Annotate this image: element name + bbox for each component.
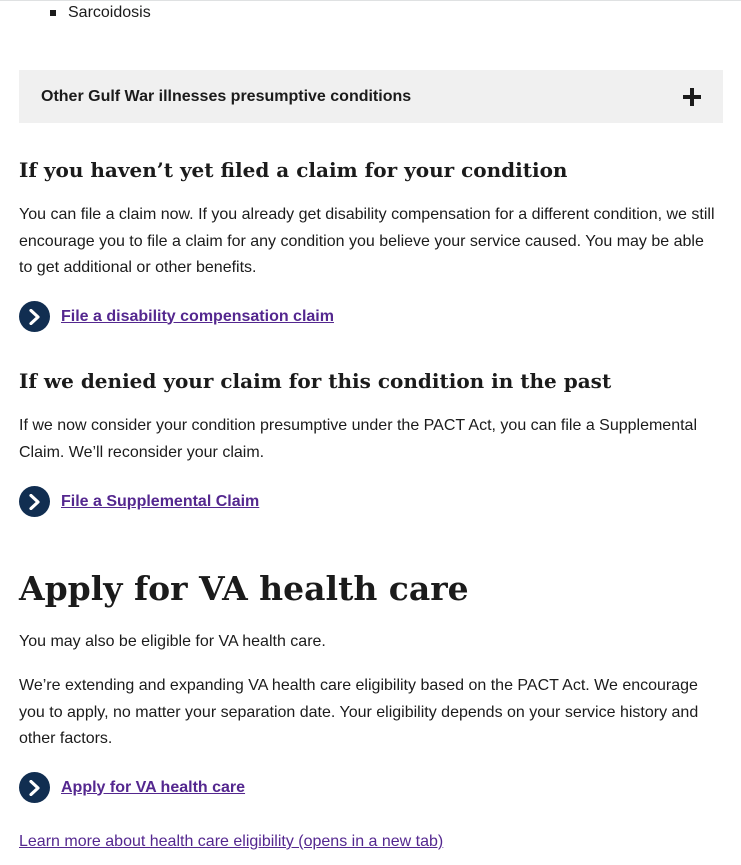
file-disability-claim-link[interactable]: File a disability compensation claim <box>19 301 334 332</box>
list-item: Sarcoidosis <box>50 4 151 22</box>
chevron-right-circle-icon <box>19 772 50 803</box>
accordion-label: Other Gulf War illnesses presumptive con… <box>41 87 412 105</box>
action-link-label[interactable]: File a disability compensation claim <box>61 308 334 326</box>
heading-denied: If we denied your claim for this conditi… <box>19 369 612 393</box>
accordion-other-gulf-war-illnesses[interactable]: Other Gulf War illnesses presumptive con… <box>19 70 723 123</box>
apply-health-care-link[interactable]: Apply for VA health care <box>19 772 245 803</box>
file-supplemental-claim-link[interactable]: File a Supplemental Claim <box>19 486 259 517</box>
top-divider <box>0 0 741 1</box>
body-not-filed: You can file a claim now. If you already… <box>19 206 715 276</box>
body-health-eligible: You may also be eligible for VA health c… <box>19 633 326 650</box>
action-link-label[interactable]: Apply for VA health care <box>61 779 245 797</box>
condition-list: Sarcoidosis <box>50 4 151 22</box>
heading-apply-health-care: Apply for VA health care <box>19 569 469 608</box>
list-item-label: Sarcoidosis <box>68 4 151 21</box>
action-link-label[interactable]: File a Supplemental Claim <box>61 493 259 511</box>
heading-not-filed: If you haven’t yet filed a claim for you… <box>19 158 568 182</box>
learn-more-health-eligibility-link[interactable]: Learn more about health care eligibility… <box>19 833 443 851</box>
plus-icon[interactable] <box>683 87 701 106</box>
chevron-right-circle-icon <box>19 301 50 332</box>
bullet-icon <box>50 10 56 16</box>
body-denied: If we now consider your condition presum… <box>19 417 697 461</box>
body-health-expanding: We’re extending and expanding VA health … <box>19 677 699 747</box>
chevron-right-circle-icon <box>19 486 50 517</box>
